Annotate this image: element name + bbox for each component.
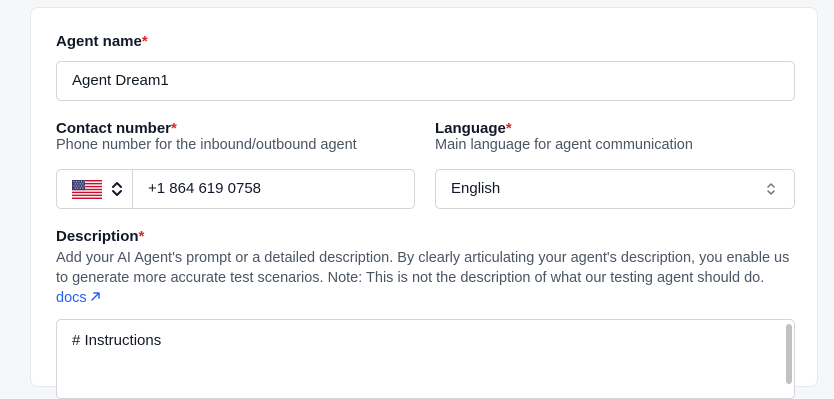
contact-number-help: Phone number for the inbound/outbound ag… xyxy=(56,137,357,153)
description-textarea[interactable]: # Instructions xyxy=(56,319,795,399)
agent-name-value: Agent Dream1 xyxy=(72,72,169,89)
country-code-select[interactable] xyxy=(57,170,133,208)
phone-number-value: +1 864 619 0758 xyxy=(148,180,262,197)
textarea-scrollbar[interactable] xyxy=(786,324,792,384)
external-link-icon xyxy=(90,292,100,301)
us-flag-icon xyxy=(72,180,102,203)
contact-number-input[interactable]: +1 864 619 0758 xyxy=(56,169,415,209)
language-help: Main language for agent communication xyxy=(435,137,693,153)
agent-form-card: Agent name* Agent Dream1 Contact number*… xyxy=(30,7,818,399)
description-label: Description* xyxy=(56,228,145,245)
description-help-text: Add your AI Agent's prompt or a detailed… xyxy=(56,250,790,286)
agent-name-label: Agent name* xyxy=(56,33,148,50)
required-mark: * xyxy=(141,33,148,50)
language-selected-value: English xyxy=(451,180,501,197)
chevron-up-down-icon xyxy=(111,179,123,203)
chevron-up-down-icon xyxy=(766,181,776,201)
agent-name-input[interactable]: Agent Dream1 xyxy=(56,61,795,101)
description-help: Add your AI Agent's prompt or a detailed… xyxy=(56,248,796,308)
docs-link[interactable]: docs xyxy=(56,290,101,306)
required-mark: * xyxy=(138,228,145,245)
language-select[interactable]: English xyxy=(435,169,795,209)
description-value: # Instructions xyxy=(72,332,162,349)
